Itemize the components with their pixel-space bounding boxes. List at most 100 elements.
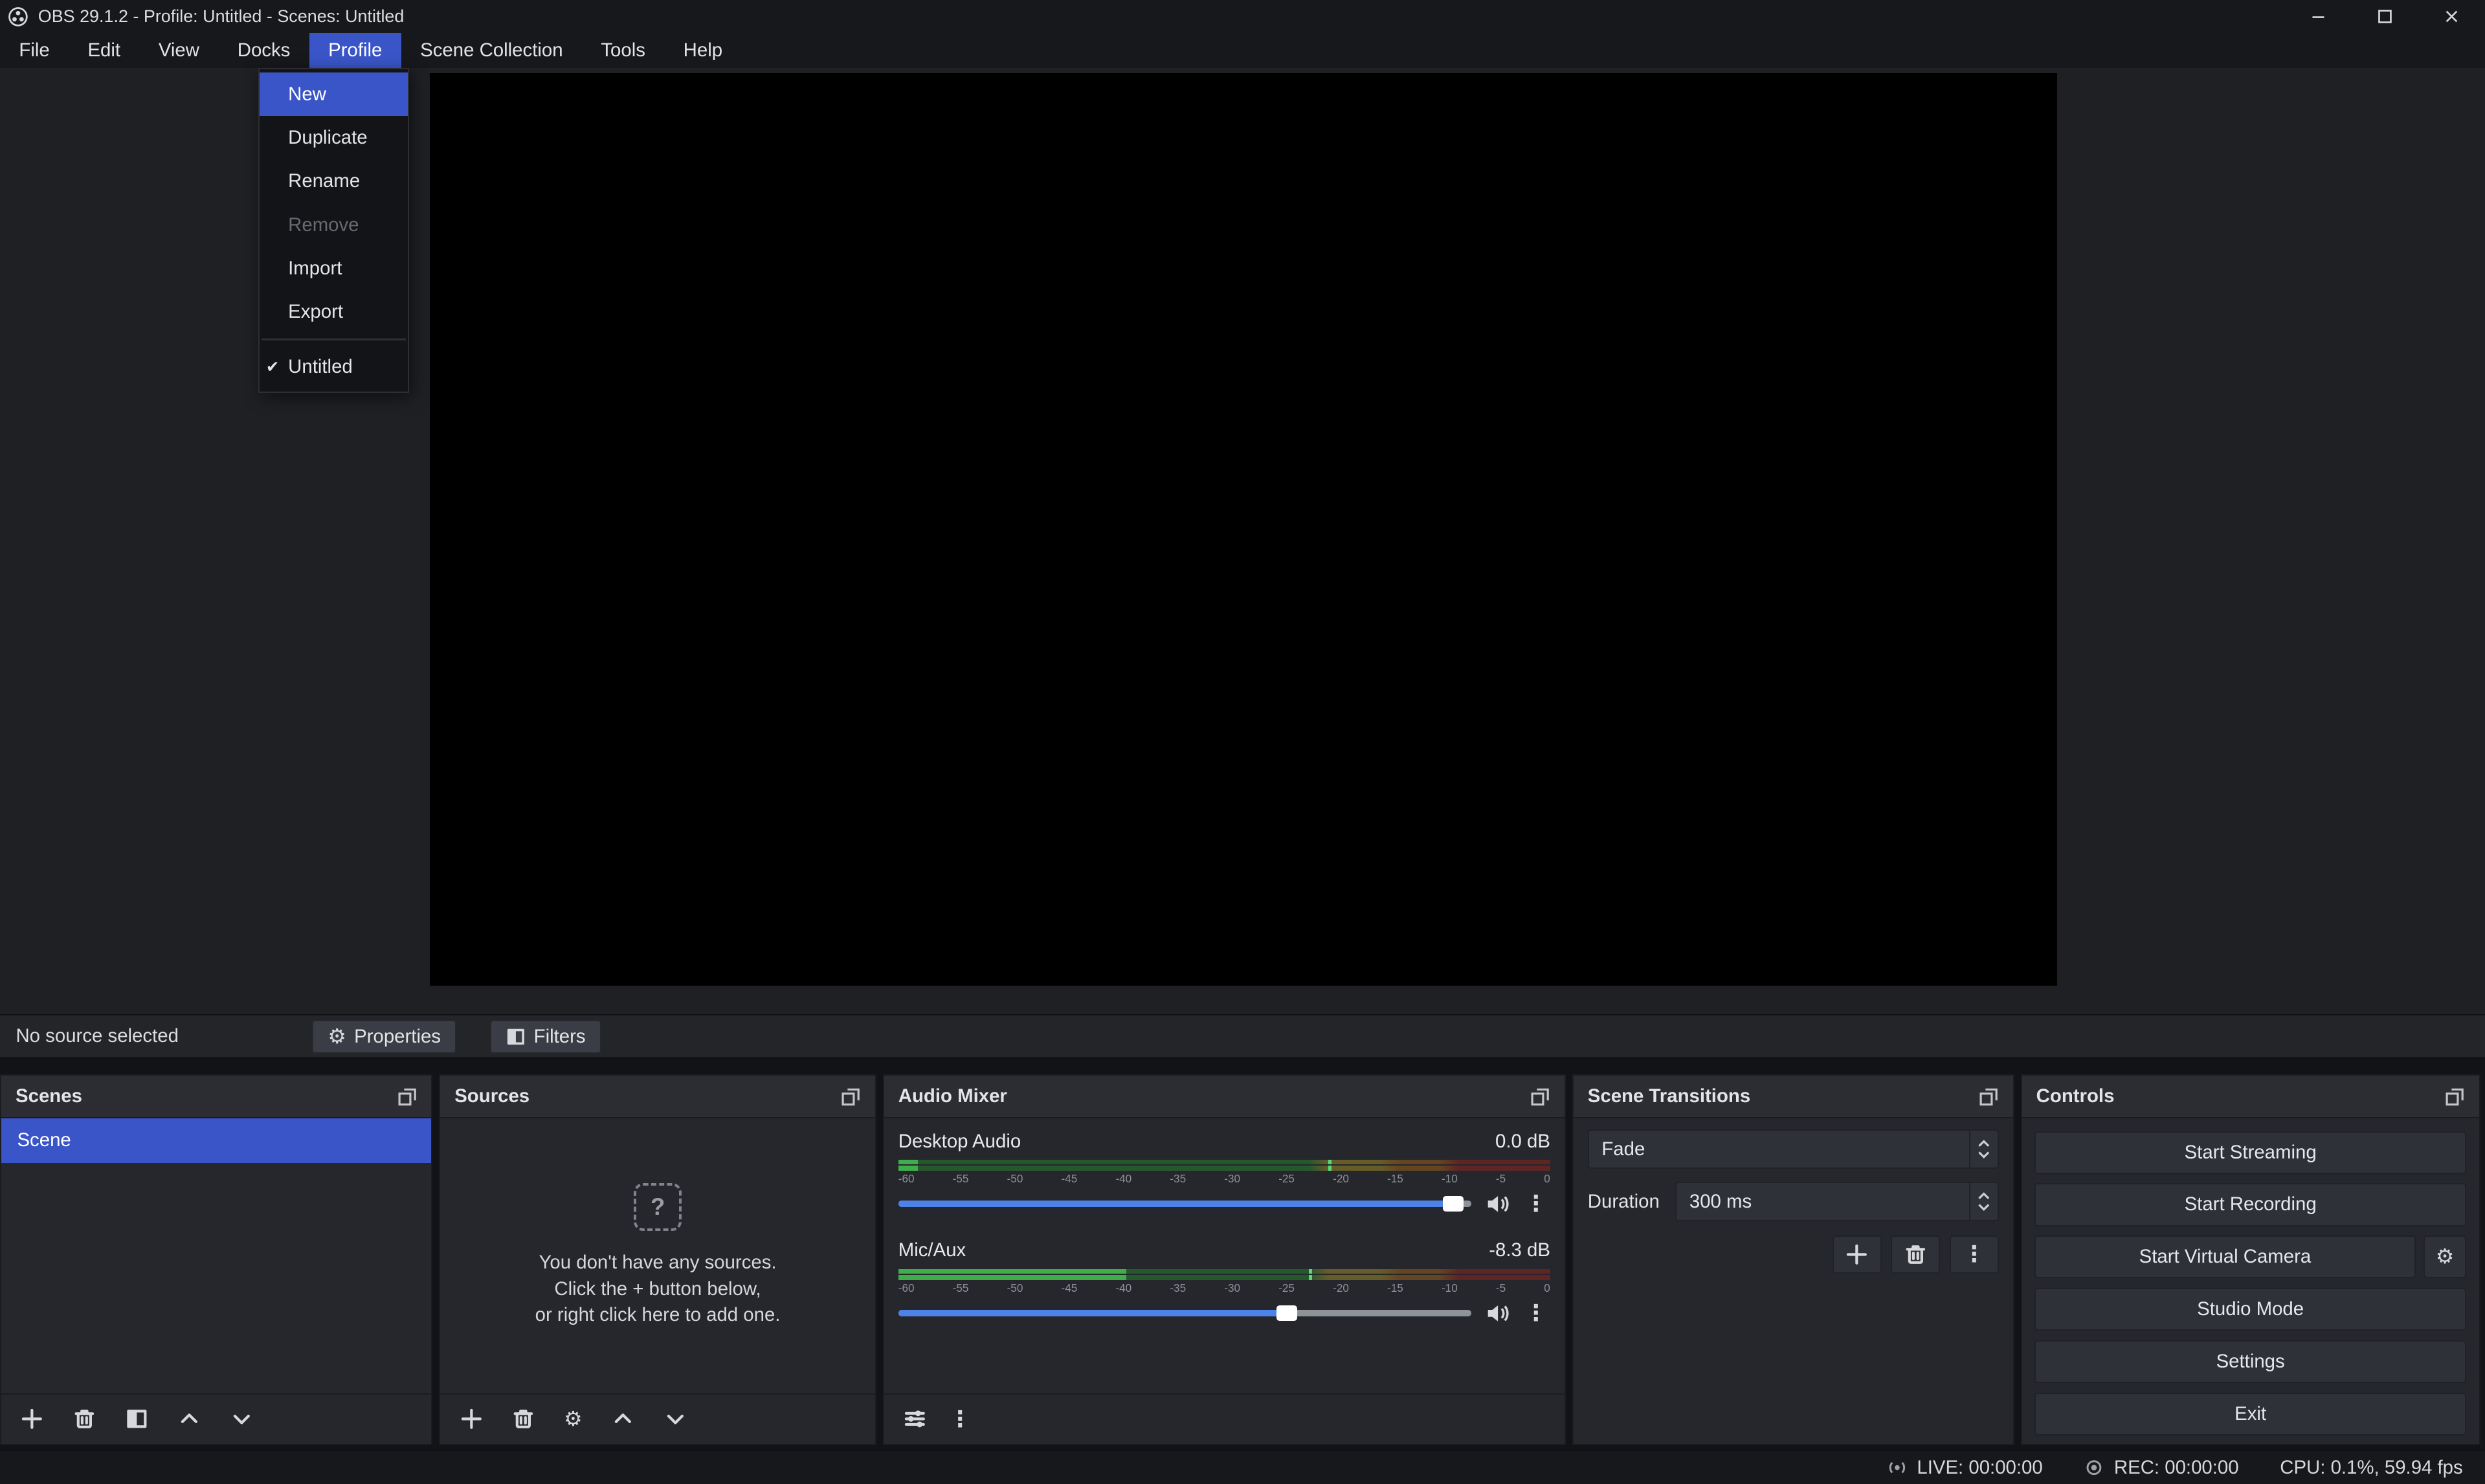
mixer-channel-desktop-audio: Desktop Audio 0.0 dB -60-55-50-45-40-35-…	[898, 1128, 1550, 1217]
mute-button[interactable]	[1486, 1192, 1511, 1216]
spin-down-icon[interactable]	[1978, 1203, 1990, 1211]
meter-tick-label: -20	[1333, 1172, 1349, 1186]
remove-scene-button[interactable]	[72, 1407, 96, 1431]
cpu-fps-stats: CPU: 0.1%, 59.94 fps	[2280, 1457, 2462, 1479]
meter-tick-label: 0	[1544, 1281, 1550, 1296]
popout-icon	[1530, 1086, 1550, 1107]
studio-mode-button[interactable]: Studio Mode	[2034, 1288, 2466, 1331]
remove-transition-button[interactable]	[1891, 1235, 1940, 1274]
menu-file[interactable]: File	[0, 33, 69, 68]
scene-list-item[interactable]: Scene	[1, 1118, 431, 1163]
sources-dock-header[interactable]: Sources	[440, 1076, 875, 1118]
question-mark-icon: ?	[634, 1183, 681, 1230]
channel-name: Desktop Audio	[898, 1131, 1021, 1153]
duration-label: Duration	[1588, 1191, 1660, 1213]
duration-spinbox[interactable]: 300 ms	[1675, 1182, 1999, 1221]
menu-profile[interactable]: Profile	[309, 33, 401, 68]
rec-status: REC: 00:00:00	[2084, 1457, 2238, 1479]
profile-menu-rename[interactable]: Rename	[260, 160, 408, 203]
audio-mixer-dock-header[interactable]: Audio Mixer	[884, 1076, 1565, 1118]
profile-menu-export[interactable]: Export	[260, 291, 408, 334]
meter-tick-label: -55	[953, 1281, 969, 1296]
empty-hint-line: You don't have any sources.	[535, 1250, 781, 1276]
scenes-dock-header[interactable]: Scenes	[1, 1076, 431, 1118]
move-source-down-button[interactable]	[663, 1407, 687, 1431]
minimize-button[interactable]	[2286, 0, 2352, 33]
menu-view[interactable]: View	[139, 33, 218, 68]
transition-options-button[interactable]: ⋮	[1950, 1235, 1999, 1274]
popout-button[interactable]	[840, 1086, 861, 1107]
popout-button[interactable]	[1530, 1086, 1550, 1107]
popout-icon	[1978, 1086, 1999, 1107]
menu-docks[interactable]: Docks	[218, 33, 309, 68]
close-button[interactable]	[2418, 0, 2485, 33]
volume-slider-handle[interactable]	[1276, 1305, 1297, 1321]
profile-menu-untitled[interactable]: ✔ Untitled	[260, 345, 408, 388]
properties-label: Properties	[354, 1026, 441, 1048]
advanced-audio-properties-button[interactable]	[903, 1407, 927, 1431]
filters-button[interactable]: Filters	[490, 1020, 601, 1053]
source-properties-button[interactable]: ⚙	[564, 1409, 583, 1430]
transitions-dock-header[interactable]: Scene Transitions	[1574, 1076, 2013, 1118]
mute-button[interactable]	[1486, 1301, 1511, 1325]
popout-button[interactable]	[1978, 1086, 1999, 1107]
spin-up-icon[interactable]	[1978, 1192, 1990, 1200]
live-time: LIVE: 00:00:00	[1917, 1457, 2042, 1479]
plus-icon	[20, 1407, 44, 1431]
volume-slider[interactable]	[898, 1310, 1471, 1316]
volume-slider-handle[interactable]	[1443, 1196, 1464, 1212]
remove-source-button[interactable]	[511, 1407, 535, 1431]
add-transition-button[interactable]	[1833, 1235, 1882, 1274]
meter-tick-label: -60	[898, 1281, 915, 1296]
menu-bar: File Edit View Docks Profile Scene Colle…	[0, 33, 2485, 68]
mixer-options-button[interactable]: ⋮	[949, 1408, 971, 1430]
volume-slider[interactable]	[898, 1201, 1471, 1207]
popout-button[interactable]	[397, 1086, 418, 1107]
dots-vertical-icon: ⋮	[949, 1408, 971, 1430]
scene-filters-button[interactable]	[125, 1407, 149, 1431]
maximize-button[interactable]	[2352, 0, 2418, 33]
plus-icon	[1845, 1243, 1869, 1267]
transition-select[interactable]: Fade	[1588, 1129, 1999, 1169]
sources-toolbar: ⚙	[440, 1393, 875, 1444]
add-source-button[interactable]	[460, 1407, 484, 1431]
broadcast-icon	[1887, 1458, 1908, 1477]
menu-help[interactable]: Help	[664, 33, 741, 68]
start-streaming-button[interactable]: Start Streaming	[2034, 1131, 2466, 1174]
properties-button[interactable]: ⚙ Properties	[312, 1020, 456, 1053]
mixer-toolbar: ⋮	[884, 1393, 1565, 1444]
profile-menu-import[interactable]: Import	[260, 247, 408, 290]
profile-menu-duplicate[interactable]: Duplicate	[260, 116, 408, 159]
exit-button[interactable]: Exit	[2034, 1393, 2466, 1435]
start-recording-button[interactable]: Start Recording	[2034, 1183, 2466, 1226]
virtual-camera-settings-button[interactable]: ⚙	[2424, 1235, 2466, 1278]
menu-edit[interactable]: Edit	[69, 33, 139, 68]
meter-scale: -60-55-50-45-40-35-30-25-20-15-10-50	[898, 1281, 1550, 1296]
channel-options-button[interactable]: ⋮	[1525, 1193, 1547, 1215]
controls-dock-header[interactable]: Controls	[2022, 1076, 2479, 1118]
profile-menu-new[interactable]: New	[260, 72, 408, 116]
combo-arrows[interactable]	[1969, 1131, 1998, 1168]
move-scene-down-button[interactable]	[230, 1407, 254, 1431]
menu-scene-collection[interactable]: Scene Collection	[401, 33, 582, 68]
profile-name: Untitled	[288, 356, 353, 378]
preview-canvas[interactable]	[430, 73, 2057, 986]
check-icon: ✔	[266, 357, 280, 377]
menu-tools[interactable]: Tools	[582, 33, 664, 68]
channel-options-button[interactable]: ⋮	[1525, 1302, 1547, 1324]
speaker-icon	[1486, 1301, 1511, 1325]
menu-separator	[262, 338, 407, 340]
popout-button[interactable]	[2444, 1086, 2465, 1107]
move-source-up-button[interactable]	[611, 1407, 635, 1431]
settings-button[interactable]: Settings	[2034, 1340, 2466, 1383]
trash-icon	[511, 1407, 535, 1431]
controls-body: Start Streaming Start Recording Start Vi…	[2022, 1118, 2479, 1448]
start-virtual-camera-button[interactable]: Start Virtual Camera	[2034, 1235, 2416, 1278]
move-scene-up-button[interactable]	[177, 1407, 201, 1431]
audio-mixer-dock: Audio Mixer Desktop Audio 0.0 dB -60-55-…	[883, 1074, 1566, 1445]
meter-tick-label: -5	[1496, 1281, 1506, 1296]
sources-empty-state[interactable]: ? You don't have any sources. Click the …	[440, 1118, 875, 1393]
dock-title: Scene Transitions	[1588, 1085, 1750, 1107]
add-scene-button[interactable]	[20, 1407, 44, 1431]
mixer-channel-mic-aux: Mic/Aux -8.3 dB -60-55-50-45-40-35-30-25…	[898, 1237, 1550, 1326]
